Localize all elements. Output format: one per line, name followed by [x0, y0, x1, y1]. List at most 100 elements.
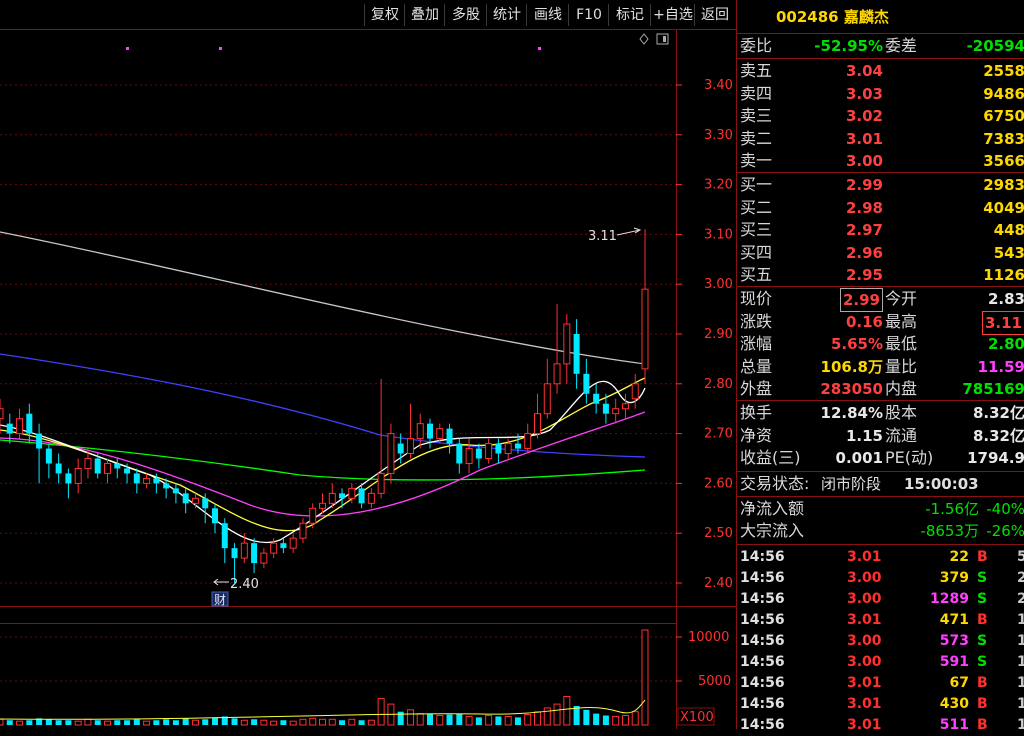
kline-chart[interactable]: 3.11 2.40 财 3.40 3.30 3.20 3.10 3.00 2.90 2.80…: [0, 0, 736, 729]
volume-bar[interactable]: [212, 717, 218, 725]
volume-bar[interactable]: [299, 718, 307, 726]
tick-row[interactable]: 14:563.00591S16: [737, 652, 1024, 673]
volume-bar[interactable]: [631, 711, 639, 726]
volume-bar[interactable]: [143, 720, 151, 726]
candle[interactable]: [26, 403, 33, 444]
candle[interactable]: [280, 538, 287, 554]
volume-bar[interactable]: [612, 715, 620, 726]
volume-bars[interactable]: [0, 629, 649, 726]
candle[interactable]: [339, 488, 346, 509]
candle[interactable]: [0, 398, 4, 434]
volume-bar[interactable]: [270, 720, 278, 726]
volume-bar[interactable]: [465, 715, 473, 726]
diamond-icon[interactable]: [639, 33, 649, 45]
volume-bar[interactable]: [191, 719, 199, 726]
candle[interactable]: [631, 373, 639, 409]
add-watchlist-button[interactable]: +自选: [650, 4, 695, 26]
volume-bar[interactable]: [124, 720, 131, 725]
f10-button[interactable]: F10: [568, 4, 609, 26]
volume-bar[interactable]: [74, 720, 82, 726]
overlay-button[interactable]: 叠加: [404, 4, 445, 26]
restore-rights-button[interactable]: 复权: [364, 4, 405, 26]
candle[interactable]: [495, 438, 502, 464]
volume-bar[interactable]: [593, 713, 600, 725]
volume-bar[interactable]: [514, 717, 521, 725]
tick-row[interactable]: 14:56 3.01 430 B 1: [737, 694, 1024, 715]
volume-bar[interactable]: [45, 719, 52, 725]
candle[interactable]: [36, 423, 43, 484]
volume-bar[interactable]: [0, 718, 4, 726]
candle[interactable]: [534, 393, 541, 439]
volume-bar[interactable]: [260, 719, 268, 726]
candle[interactable]: [143, 473, 151, 489]
earnings-marker[interactable]: 财: [211, 591, 229, 607]
volume-bar[interactable]: [534, 711, 541, 726]
event-marker[interactable]: [538, 47, 541, 50]
draw-line-button[interactable]: 画线: [526, 4, 569, 26]
volume-bar[interactable]: [280, 720, 287, 725]
volume-bar[interactable]: [153, 720, 160, 725]
volume-bar[interactable]: [446, 714, 453, 725]
candle[interactable]: [16, 408, 24, 439]
candle[interactable]: [104, 458, 111, 484]
volume-bar[interactable]: [436, 715, 444, 726]
candle[interactable]: [251, 538, 258, 574]
volume-bar[interactable]: [114, 720, 121, 725]
candle[interactable]: [553, 304, 561, 394]
candle[interactable]: [172, 483, 179, 504]
candle[interactable]: [485, 438, 493, 464]
volume-bar[interactable]: [524, 714, 532, 726]
volume-bar[interactable]: [543, 707, 551, 726]
volume-bar[interactable]: [94, 720, 101, 725]
candle[interactable]: [641, 229, 649, 384]
candlesticks[interactable]: [0, 229, 649, 583]
tick-row[interactable]: 14:563.01471B12: [737, 610, 1024, 631]
volume-bar[interactable]: [26, 720, 33, 725]
candle[interactable]: [377, 378, 385, 499]
candle[interactable]: [367, 488, 375, 509]
candle[interactable]: [387, 423, 395, 484]
tick-row[interactable]: 14:56 3.01 511 B 1: [737, 715, 1024, 736]
volume-bar[interactable]: [427, 713, 433, 725]
candle[interactable]: [427, 418, 433, 449]
candle[interactable]: [573, 319, 580, 389]
candle[interactable]: [240, 533, 248, 564]
volume-bar[interactable]: [240, 719, 248, 726]
candle[interactable]: [289, 533, 297, 554]
candle[interactable]: [593, 383, 600, 414]
statistics-button[interactable]: 统计: [486, 4, 527, 26]
candle[interactable]: [299, 518, 307, 544]
candle[interactable]: [406, 403, 414, 459]
volume-bar[interactable]: [133, 719, 140, 725]
volume-bar[interactable]: [289, 720, 297, 726]
candle[interactable]: [621, 393, 629, 419]
volume-bar[interactable]: [621, 715, 629, 726]
volume-bar[interactable]: [456, 713, 463, 725]
volume-bar[interactable]: [251, 719, 258, 725]
volume-bar[interactable]: [172, 720, 179, 725]
candle[interactable]: [524, 423, 532, 454]
volume-bar[interactable]: [328, 718, 336, 726]
volume-bar[interactable]: [104, 720, 111, 726]
tick-row[interactable]: 14:56 3.01 67 B 1: [737, 673, 1024, 694]
volume-bar[interactable]: [475, 717, 482, 725]
event-marker[interactable]: [126, 47, 129, 50]
candle[interactable]: [65, 468, 72, 499]
candle[interactable]: [212, 503, 218, 534]
volume-bar[interactable]: [231, 718, 238, 725]
volume-bar[interactable]: [348, 718, 356, 726]
back-button[interactable]: 返回: [694, 4, 735, 26]
candle[interactable]: [416, 413, 424, 449]
candle[interactable]: [309, 503, 317, 529]
candle[interactable]: [260, 548, 268, 569]
volume-bar[interactable]: [163, 719, 170, 725]
candle[interactable]: [583, 358, 590, 404]
tick-row[interactable]: 14:563.00379S29: [737, 568, 1024, 589]
volume-bar[interactable]: [573, 706, 580, 725]
candle[interactable]: [74, 458, 82, 494]
candle[interactable]: [45, 443, 52, 479]
candle[interactable]: [182, 488, 189, 514]
volume-bar[interactable]: [641, 629, 649, 726]
volume-bar[interactable]: [358, 720, 365, 725]
multi-stock-button[interactable]: 多股: [444, 4, 487, 26]
